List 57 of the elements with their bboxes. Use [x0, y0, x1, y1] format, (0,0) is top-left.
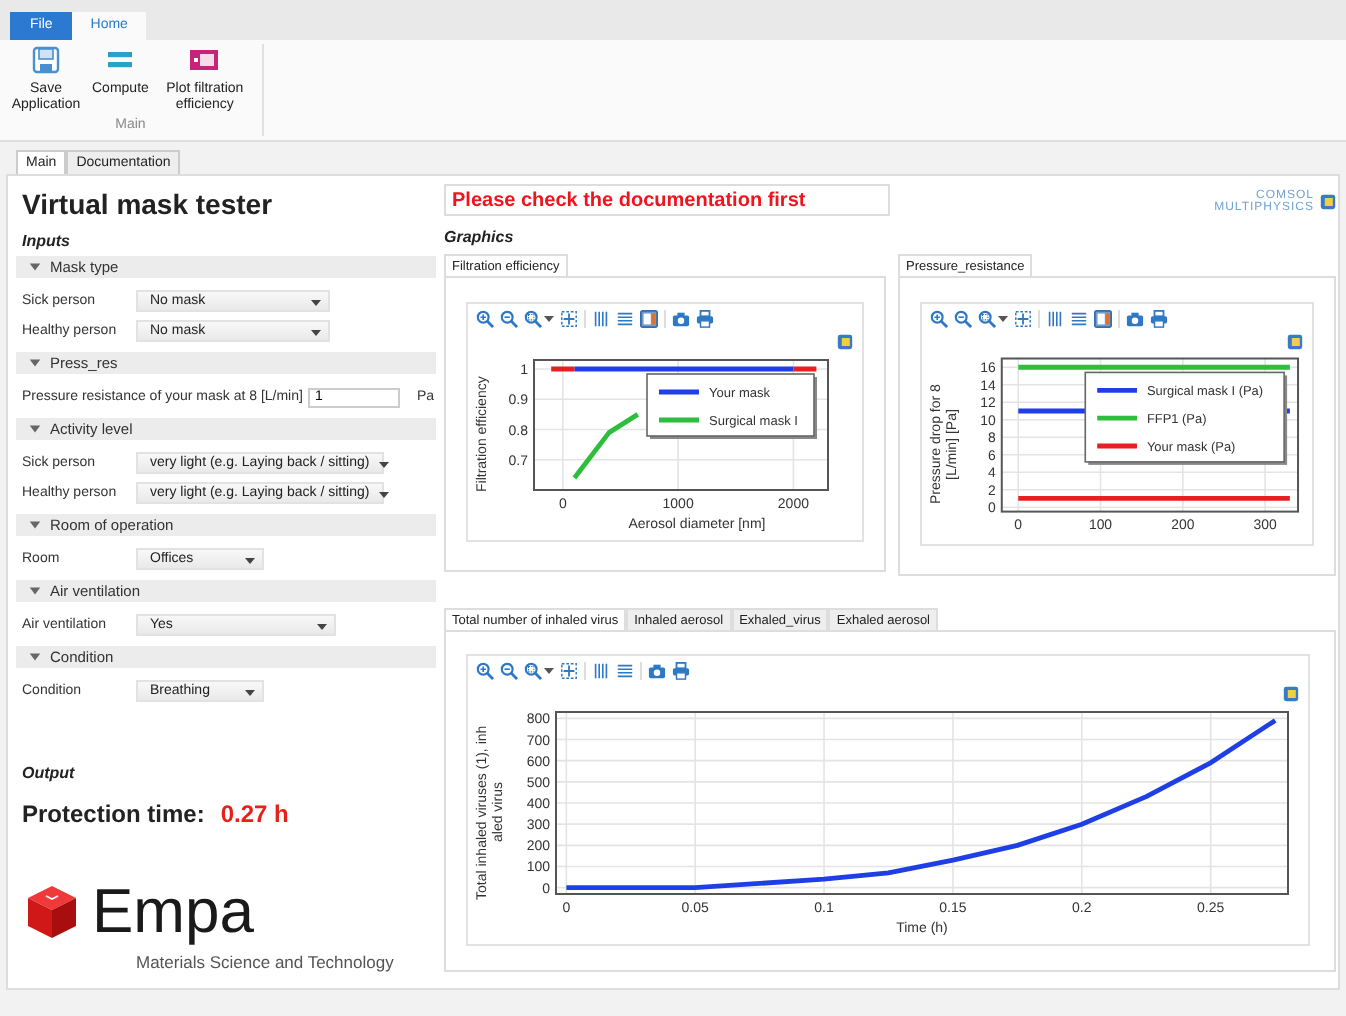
zoom-out-icon[interactable]: [500, 310, 518, 328]
chart-icon: [188, 46, 221, 74]
cube-logo-icon: [24, 882, 80, 942]
caret-icon[interactable]: [28, 422, 42, 436]
caret-icon: [377, 457, 390, 469]
caret-icon[interactable]: [28, 260, 42, 274]
vertical-lines-icon[interactable]: [592, 310, 610, 328]
print-icon[interactable]: [672, 662, 690, 680]
horizontal-lines-icon[interactable]: [616, 310, 634, 328]
zoom-out-icon[interactable]: [500, 662, 518, 680]
zoom-extents-icon[interactable]: [1014, 310, 1032, 328]
caret-icon: [310, 295, 322, 307]
caret-icon: [316, 619, 328, 631]
caret-icon: [244, 553, 256, 565]
zoom-extents-icon[interactable]: [560, 662, 578, 680]
app-icon[interactable]: [1282, 685, 1300, 701]
caret-icon[interactable]: [28, 518, 42, 532]
camera-icon[interactable]: [648, 662, 666, 680]
caret-icon[interactable]: [28, 584, 42, 598]
vertical-lines-icon[interactable]: [592, 662, 610, 680]
caret-icon[interactable]: [544, 314, 554, 324]
caret-icon[interactable]: [28, 650, 42, 664]
zoom-box-icon[interactable]: [524, 662, 542, 680]
horizontal-lines-icon[interactable]: [616, 662, 634, 680]
zoom-in-icon[interactable]: [930, 310, 948, 328]
output-label: Protection time:: [22, 800, 205, 828]
app-icon[interactable]: [1286, 333, 1304, 349]
caret-icon[interactable]: [998, 314, 1008, 324]
app-icon[interactable]: [836, 333, 854, 349]
print-icon[interactable]: [1150, 310, 1168, 328]
output-value: 0.27 h: [220, 800, 289, 828]
section-heading: Output: [22, 764, 77, 782]
caret-icon: [377, 487, 390, 499]
zoom-extents-icon[interactable]: [560, 310, 578, 328]
section-heading: Graphics: [444, 228, 516, 246]
zoom-in-icon[interactable]: [476, 310, 494, 328]
caret-icon[interactable]: [28, 356, 42, 370]
vertical-lines-icon[interactable]: [1046, 310, 1064, 328]
zoom-in-icon[interactable]: [476, 662, 494, 680]
legend-icon[interactable]: [1094, 310, 1112, 328]
section-heading: Inputs: [22, 232, 72, 250]
horizontal-lines-icon[interactable]: [1070, 310, 1088, 328]
caret-icon[interactable]: [544, 666, 554, 676]
camera-icon[interactable]: [672, 310, 690, 328]
camera-icon[interactable]: [1126, 310, 1144, 328]
app-icon: [1320, 194, 1336, 210]
zoom-box-icon[interactable]: [524, 310, 542, 328]
zoom-box-icon[interactable]: [978, 310, 996, 328]
logo-text: Empa: [92, 876, 254, 948]
zoom-out-icon[interactable]: [954, 310, 972, 328]
logo-tagline: Materials Science and Technology: [136, 952, 396, 972]
page-title: Virtual mask tester: [22, 188, 275, 220]
notice-banner: Please check the documentation first: [444, 184, 890, 216]
legend-icon[interactable]: [640, 310, 658, 328]
caret-icon: [310, 325, 322, 337]
caret-icon: [244, 685, 256, 697]
print-icon[interactable]: [696, 310, 714, 328]
